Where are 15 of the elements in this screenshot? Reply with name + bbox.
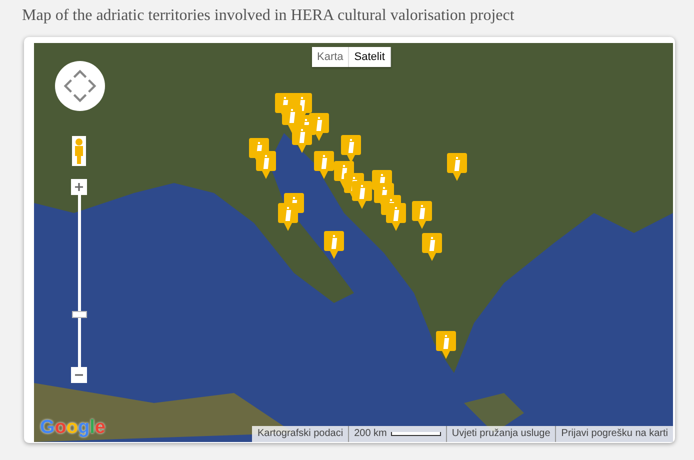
plus-icon: [74, 182, 84, 192]
page-heading: Map of the adriatic territories involved in HERA cultural valorisation project: [21, 6, 516, 26]
map-data-link[interactable]: Kartografski podaci: [252, 426, 348, 442]
terms-link[interactable]: Uvjeti pružanja usluge: [446, 426, 556, 442]
scale-bar: [390, 432, 441, 436]
scale-label: 200 km: [354, 427, 387, 441]
google-logo: Google: [40, 417, 106, 439]
person-icon[interactable]: [71, 136, 87, 166]
zoom-slider-handle[interactable]: [72, 311, 86, 318]
zoom-out-button[interactable]: [71, 367, 87, 383]
minus-icon: [74, 373, 84, 377]
report-error-link[interactable]: Prijavi pogrešku na karti: [555, 426, 673, 442]
map-type-button[interactable]: Satelit: [349, 47, 391, 67]
map-type-button[interactable]: Karta: [312, 47, 350, 67]
zoom-in-button[interactable]: [71, 179, 87, 195]
